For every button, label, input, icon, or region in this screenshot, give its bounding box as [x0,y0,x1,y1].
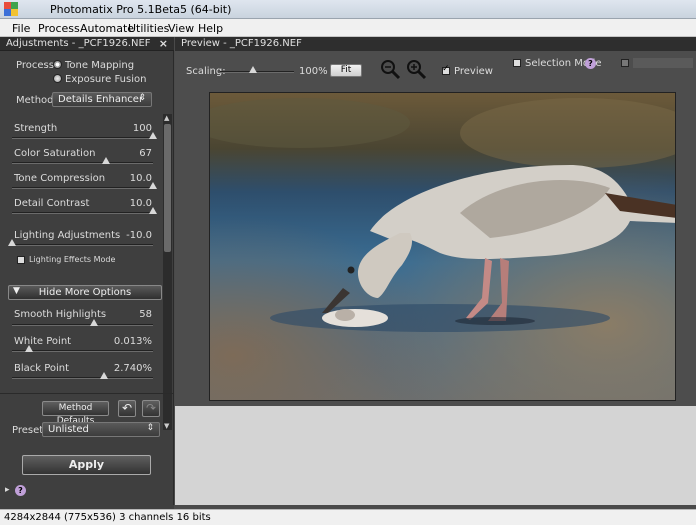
tone-compression-track[interactable] [12,187,153,189]
adjustments-scrollbar[interactable]: ▲ ▼ [163,114,172,430]
menu-bar: File Process Automate Utilities View Hel… [0,19,696,37]
preview-checkbox[interactable] [442,64,450,75]
lighting-adjustments-label: Lighting Adjustments [14,230,121,241]
color-saturation-track[interactable] [12,162,153,164]
preview-header: Preview - _PCF1926.NEF [175,37,696,51]
menu-view[interactable]: View [168,22,194,35]
white-point-thumb[interactable] [24,345,33,352]
white-point-value: 0.013% [113,336,152,347]
detail-contrast-track[interactable] [12,212,153,214]
scroll-up-icon[interactable]: ▲ [164,114,169,122]
smooth-highlights-track[interactable] [12,324,153,326]
method-value: Details Enhancer [58,94,144,105]
preview-title: Preview - _PCF1926.NEF [181,38,302,49]
preview-panel: Preview - _PCF1926.NEF Scaling: 100% Fit… [175,37,696,406]
adjustments-header: Adjustments - _PCF1926.NEF × [0,37,174,51]
preview-empty-area [175,406,696,505]
photomatix-app-icon [4,2,18,16]
zoom-in-icon[interactable] [406,59,428,81]
adjustments-panel: Adjustments - _PCF1926.NEF × Process: To… [0,37,174,505]
menu-automate[interactable]: Automate [80,22,134,35]
fit-button[interactable]: Fit [330,64,362,77]
black-point-label: Black Point [14,363,70,374]
strength-track[interactable] [12,137,153,139]
black-point-track[interactable] [12,377,153,379]
tone-compression-label: Tone Compression [14,173,106,184]
apply-button[interactable]: Apply [22,455,151,475]
exposure-fusion-label[interactable]: Exposure Fusion [65,74,146,85]
menu-process[interactable]: Process [38,22,80,35]
preview-image[interactable] [209,92,676,401]
adjustments-title: Adjustments - _PCF1926.NEF [6,38,151,49]
lighting-effects-label: Lighting Effects Mode [29,255,116,264]
preset-select[interactable]: Unlisted ⇕ [42,422,160,437]
lighting-adjustments-thumb[interactable] [8,239,16,246]
method-defaults-button[interactable]: Method Defaults [42,401,109,426]
menu-file[interactable]: File [12,22,30,35]
undo-icon[interactable]: ↶ [118,400,136,417]
updown-arrow-icon: ⇕ [146,423,154,433]
tone-compression-thumb[interactable] [149,182,157,189]
method-select[interactable]: Details Enhancer ⇕ [52,92,152,107]
strength-thumb[interactable] [149,132,157,139]
lighting-adjustments-track[interactable] [12,244,153,246]
zoom-out-icon[interactable] [380,59,402,81]
strength-value: 100 [132,123,152,134]
disabled-option-label [633,58,693,68]
close-icon[interactable]: × [159,37,168,50]
status-bar: 4284x2844 (775x536) 3 channels 16 bits [0,509,696,525]
seagull-photo [210,93,675,400]
strength-label: Strength [14,123,58,134]
preset-value: Unlisted [48,424,89,435]
method-label: Method: [16,95,57,106]
detail-contrast-value: 10.0 [129,198,152,209]
selection-mode-checkbox[interactable] [513,59,521,67]
help-icon[interactable]: ? [585,58,596,69]
process-label: Process: [16,60,58,71]
exposure-fusion-radio[interactable] [53,74,62,83]
divider [0,393,174,394]
lighting-effects-checkbox[interactable] [17,256,25,264]
preview-label: Preview [454,66,493,77]
smooth-highlights-value: 58 [139,309,152,320]
expand-arrow-icon[interactable]: ▸ [5,485,10,495]
detail-contrast-label: Detail Contrast [14,198,90,209]
scroll-down-icon[interactable]: ▼ [164,422,169,430]
menu-utilities[interactable]: Utilities [128,22,169,35]
scaling-value: 100% [299,66,328,77]
disabled-option-checkbox [621,59,629,67]
color-saturation-value: 67 [139,148,152,159]
tone-mapping-radio[interactable] [53,60,62,69]
updown-arrow-icon: ⇕ [138,93,146,103]
tone-mapping-label[interactable]: Tone Mapping [65,60,134,71]
help-icon[interactable]: ? [15,485,26,496]
redo-icon[interactable]: ↷ [142,400,160,417]
menu-help[interactable]: Help [198,22,223,35]
title-bar: Photomatix Pro 5.1Beta5 (64-bit) [0,0,696,19]
white-point-label: White Point [14,336,72,347]
status-text: 4284x2844 (775x536) 3 channels 16 bits [4,512,211,523]
black-point-value: 2.740% [113,363,152,374]
color-saturation-label: Color Saturation [14,148,96,159]
smooth-highlights-thumb[interactable] [89,319,98,326]
lighting-adjustments-value: -10.0 [126,230,152,241]
tone-compression-value: 10.0 [129,173,152,184]
white-point-track[interactable] [12,350,153,352]
black-point-thumb[interactable] [99,372,108,379]
hide-more-options-button[interactable]: ▼ Hide More Options [8,285,162,300]
color-saturation-thumb[interactable] [102,157,111,164]
detail-contrast-thumb[interactable] [149,207,157,214]
window-title: Photomatix Pro 5.1Beta5 (64-bit) [50,3,232,16]
scaling-thumb[interactable] [249,66,258,73]
scroll-thumb[interactable] [164,124,171,252]
hide-more-options-label: Hide More Options [38,287,132,298]
